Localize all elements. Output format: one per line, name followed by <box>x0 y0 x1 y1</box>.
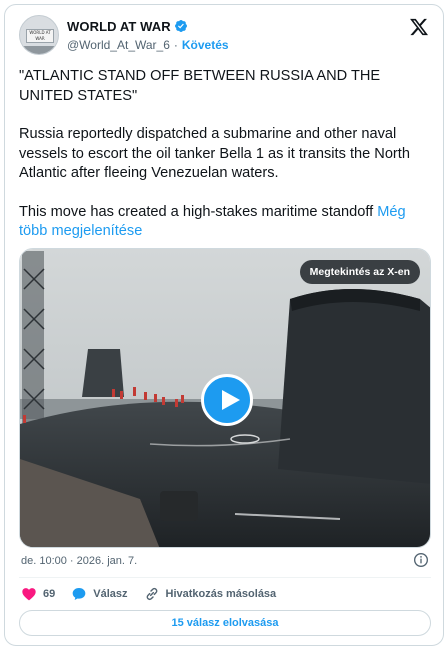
reply-button[interactable]: Válasz <box>71 586 128 602</box>
copy-link-button[interactable]: Hivatkozás másolása <box>144 586 277 602</box>
tweet-paragraph-3: This move has created a high-stakes mari… <box>19 203 423 242</box>
reply-label: Válasz <box>93 588 128 600</box>
like-button[interactable]: 69 <box>21 586 55 602</box>
tweet-paragraph-3-text: This move has created a high-stakes mari… <box>19 203 374 220</box>
avatar-stripe <box>20 46 58 54</box>
display-name[interactable]: WORLD AT WAR <box>67 19 171 34</box>
read-replies-button[interactable]: 15 válasz elolvasása <box>19 610 431 636</box>
divider <box>19 577 431 578</box>
play-button[interactable] <box>201 374 253 426</box>
heart-icon <box>22 588 36 601</box>
play-icon <box>222 390 240 410</box>
verified-badge-icon <box>174 20 187 32</box>
handle-row: @World_At_War_6 · Követés <box>67 38 229 52</box>
like-count: 69 <box>43 588 56 600</box>
info-icon[interactable] <box>413 552 429 568</box>
tweet-paragraph-2: Russia reportedly dispatched a submarine… <box>19 126 410 181</box>
tweet-text: "ATLANTIC STAND OFF BETWEEN RUSSIA AND T… <box>19 67 423 261</box>
watch-on-x-button[interactable]: Megtekintés az X-en <box>299 260 420 284</box>
separator-dot: · <box>173 38 178 52</box>
x-logo-icon[interactable] <box>409 17 429 37</box>
avatar-plate: WORLD AT WAR <box>26 29 54 43</box>
handle[interactable]: @World_At_War_6 <box>67 38 170 52</box>
copy-link-label: Hivatkozás másolása <box>165 588 277 600</box>
tweet-card: WORLD AT WAR WORLD AT WAR @World_At_War_… <box>4 4 444 646</box>
author-name-row: WORLD AT WAR <box>67 17 188 35</box>
video-media[interactable]: Megtekintés az X-en <box>19 248 431 548</box>
tweet-timestamp[interactable]: de. 10:00 · 2026. jan. 7. <box>21 555 137 567</box>
reply-bubble-icon <box>72 588 86 600</box>
action-bar: 69 Válasz Hivatkozás másolása <box>21 585 292 603</box>
avatar[interactable]: WORLD AT WAR <box>19 15 59 55</box>
link-icon <box>146 587 157 601</box>
follow-button[interactable]: Követés <box>182 38 229 52</box>
tweet-paragraph-1: "ATLANTIC STAND OFF BETWEEN RUSSIA AND T… <box>19 68 381 104</box>
